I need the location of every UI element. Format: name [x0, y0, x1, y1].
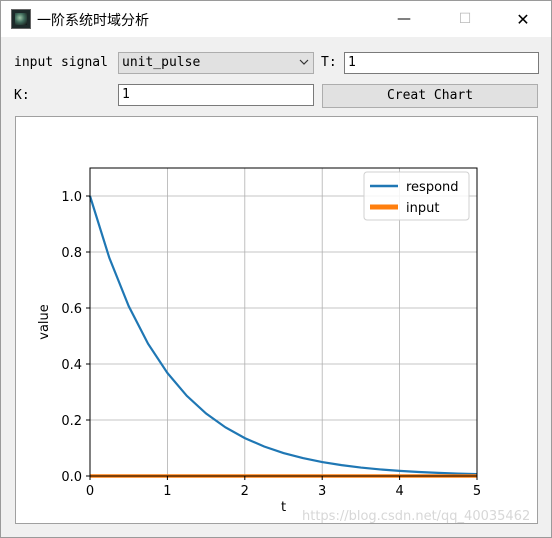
series-line-respond — [88, 195, 478, 476]
input-signal-label: input signal — [14, 55, 108, 70]
legend-label-input: input — [406, 201, 439, 216]
title-bar: 一阶系统时域分析 — ☐ ✕ — [1, 1, 551, 37]
x-tick-label: 5 — [473, 484, 481, 499]
maximize-button[interactable]: ☐ — [442, 1, 488, 37]
chart-canvas: 0 1 2 3 4 5 0.0 0.2 0.4 0.6 0.8 1.0 t value respond inp… — [15, 116, 538, 524]
y-tick-label: 0.6 — [61, 302, 82, 317]
x-tick-label: 2 — [241, 484, 249, 499]
y-axis-label: value — [37, 304, 52, 340]
t-input[interactable]: 1 — [344, 52, 539, 74]
y-tick-label: 0.0 — [61, 470, 82, 485]
k-label: K: — [14, 88, 30, 103]
x-tick-label: 1 — [163, 484, 171, 499]
t-label: T: — [321, 55, 337, 70]
app-icon — [11, 9, 31, 29]
y-tick-label: 0.8 — [61, 246, 82, 261]
x-tick-label: 3 — [318, 484, 326, 499]
chevron-down-icon — [299, 59, 309, 65]
legend-label-respond: respond — [406, 180, 459, 195]
y-tick-label: 1.0 — [61, 190, 82, 205]
k-value: 1 — [122, 87, 130, 102]
x-axis-label: t — [281, 500, 286, 515]
y-tick-label: 0.4 — [61, 358, 82, 373]
x-tick-label: 4 — [395, 484, 403, 499]
close-button[interactable]: ✕ — [500, 1, 546, 37]
k-input[interactable]: 1 — [118, 84, 314, 106]
y-tick-label: 0.2 — [61, 414, 82, 429]
line-chart: 0 1 2 3 4 5 0.0 0.2 0.4 0.6 0.8 1.0 t value respond inp… — [37, 167, 481, 515]
t-value: 1 — [348, 55, 356, 70]
x-tick-label: 0 — [86, 484, 94, 499]
minimize-button[interactable]: — — [381, 1, 427, 37]
window-title: 一阶系统时域分析 — [37, 13, 149, 29]
watermark: https://blog.csdn.net/qq_40035462 — [302, 509, 531, 524]
input-signal-select[interactable]: unit_pulse — [118, 52, 314, 74]
create-chart-button[interactable]: Creat Chart — [322, 84, 538, 108]
main-window: 一阶系统时域分析 — ☐ ✕ input signal unit_pulse T… — [0, 0, 552, 538]
input-signal-value: unit_pulse — [122, 55, 201, 70]
